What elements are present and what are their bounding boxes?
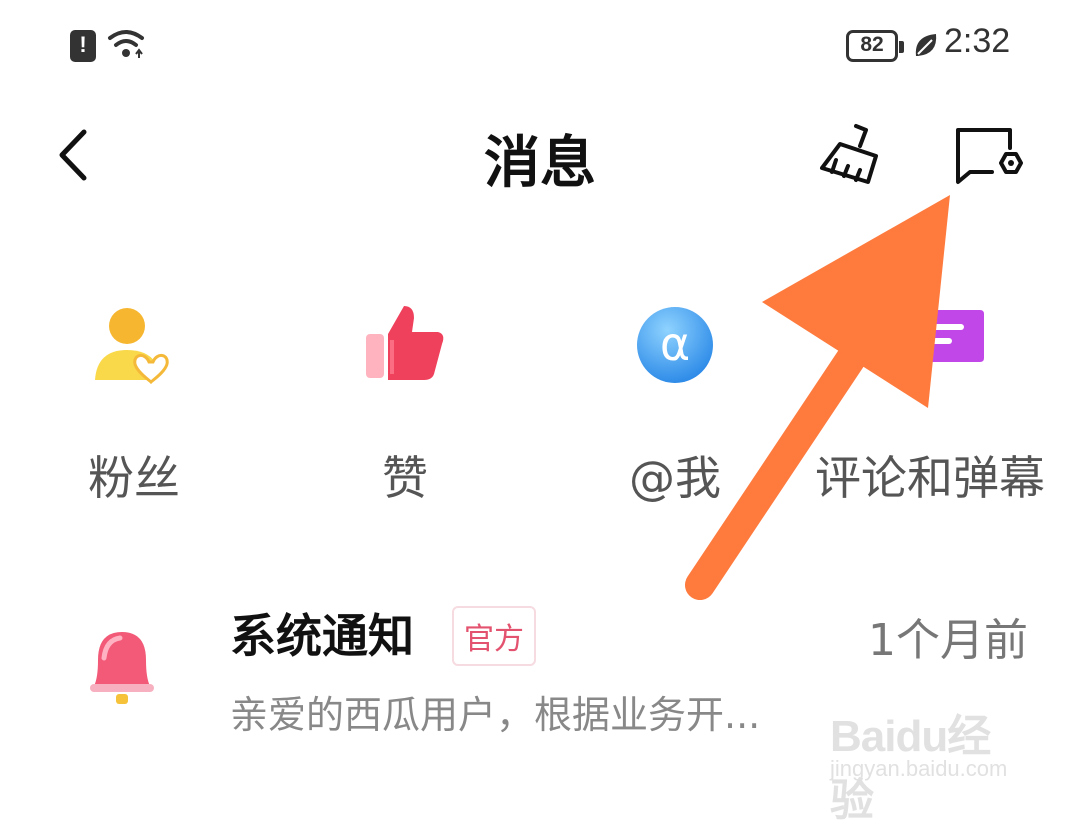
clean-button[interactable]: [810, 120, 890, 190]
category-label: 赞: [382, 451, 428, 505]
status-bar: 82 2:32: [0, 0, 1080, 90]
leaf-icon: [915, 34, 937, 56]
thumbs-up-icon: [366, 306, 444, 380]
battery-icon: 82: [846, 30, 904, 62]
category-label: 粉丝: [88, 451, 180, 505]
bell-icon: [90, 632, 154, 704]
notification-time: 1个月前: [868, 615, 1028, 666]
page-title: 消息: [484, 131, 596, 196]
back-button[interactable]: [44, 120, 104, 190]
svg-text:α: α: [660, 317, 690, 371]
watermark-url: jingyan.baidu.com: [830, 756, 1008, 781]
battery-level: 82: [860, 33, 884, 56]
category-comments[interactable]: 评论和弹幕: [815, 300, 1045, 508]
category-label: 评论和弹幕: [815, 451, 1045, 505]
category-at-me[interactable]: α @我: [575, 300, 775, 508]
category-label: @我: [629, 451, 721, 505]
chevron-left-icon: [59, 129, 87, 181]
at-icon: α: [637, 307, 713, 383]
comment-icon: [914, 310, 984, 376]
message-settings-button[interactable]: [950, 120, 1030, 190]
clock: 2:32: [944, 22, 1011, 60]
category-likes[interactable]: 赞: [305, 300, 505, 508]
message-settings-icon: [956, 128, 1023, 184]
category-fans[interactable]: 粉丝: [34, 300, 234, 508]
notification-title: 系统通知: [230, 609, 414, 663]
wifi-icon: [108, 30, 144, 58]
broom-icon: [820, 124, 878, 184]
official-badge: 官方: [452, 606, 536, 666]
notification-preview: 亲爱的西瓜用户，根据业务开...: [230, 693, 761, 737]
watermark: Baidu经验 jingyan.baidu.com: [830, 690, 1030, 825]
alert-icon: [70, 30, 96, 62]
fans-icon: [95, 308, 169, 385]
